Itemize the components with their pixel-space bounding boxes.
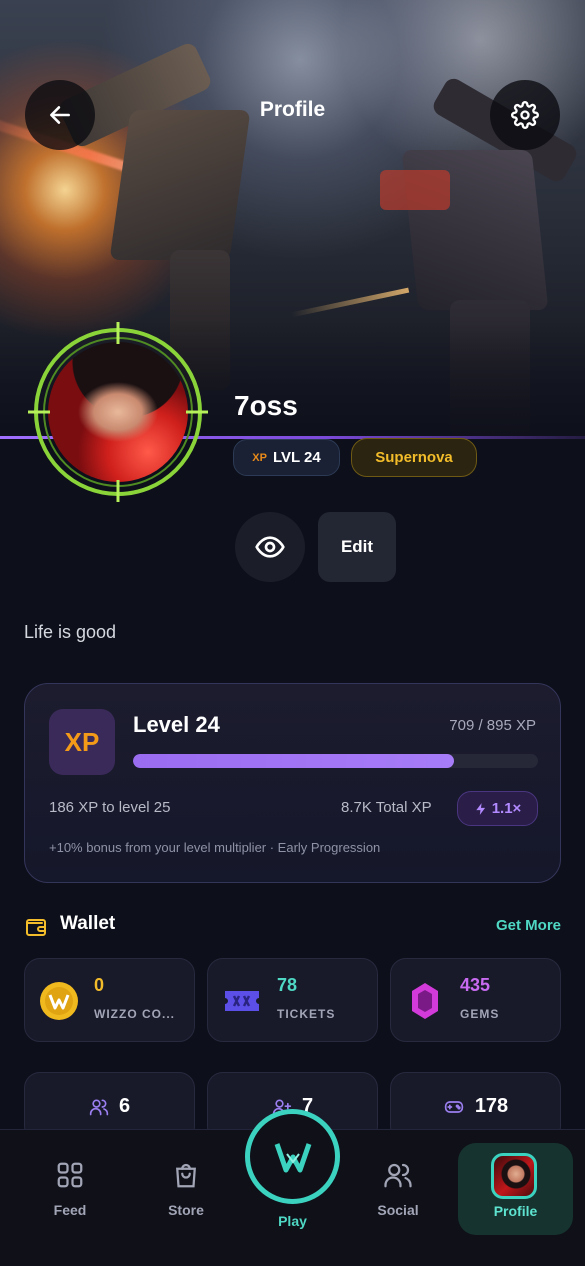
level-title: Level 24 bbox=[133, 712, 220, 737]
level-badge: XP LVL 24 bbox=[233, 439, 340, 476]
get-more-link[interactable]: Get More bbox=[496, 917, 561, 934]
xp-to-next-level: 186 XP to level 25 bbox=[49, 799, 171, 816]
avatar-frame-icon bbox=[28, 322, 208, 502]
wallet-label: WIZZO CO... bbox=[94, 1007, 175, 1021]
stat-value: 178 bbox=[474, 1095, 509, 1117]
wizzo-coin-icon bbox=[39, 981, 79, 1021]
wallet-value: 0 bbox=[94, 975, 105, 995]
view-profile-button[interactable] bbox=[235, 512, 305, 582]
xp-icon: XP bbox=[252, 451, 267, 464]
users-icon bbox=[384, 1163, 412, 1188]
nav-label: Feed bbox=[53, 1202, 87, 1218]
wallet-card-gems[interactable]: 435 GEMS bbox=[390, 958, 561, 1042]
wizzo-logo-icon bbox=[274, 1142, 311, 1172]
nav-label: Store bbox=[168, 1202, 204, 1218]
gamepad-icon bbox=[444, 1100, 463, 1113]
multiplier-value: 1.1× bbox=[491, 800, 522, 817]
wallet-card-wizzo-coins[interactable]: 0 WIZZO CO... bbox=[24, 958, 195, 1042]
lightning-icon bbox=[476, 802, 485, 815]
gem-icon bbox=[405, 981, 445, 1021]
nav-play-label: Play bbox=[278, 1213, 307, 1229]
xp-progress-bar bbox=[133, 754, 538, 768]
ticket-icon bbox=[222, 981, 262, 1021]
wallet-label: TICKETS bbox=[277, 1007, 336, 1021]
level-badge-label: LVL 24 bbox=[272, 449, 321, 466]
username: 7oss bbox=[234, 390, 298, 421]
bio-text: Life is good bbox=[24, 622, 117, 642]
nav-label: Social bbox=[377, 1202, 419, 1218]
nav-social[interactable]: Social bbox=[348, 1160, 448, 1218]
stat-value: 6 bbox=[118, 1095, 131, 1117]
wallet-value: 435 bbox=[460, 975, 491, 995]
nav-feed[interactable]: Feed bbox=[20, 1160, 120, 1218]
shopping-bag-icon bbox=[176, 1163, 196, 1188]
xp-tile-icon: XP bbox=[49, 709, 115, 775]
level-xp-progress: 709 / 895 XP bbox=[449, 717, 536, 734]
level-card: XP Level 24 709 / 895 XP 186 XP to level… bbox=[24, 683, 561, 883]
wallet-title: Wallet bbox=[60, 913, 116, 934]
total-xp: 8.7K Total XP bbox=[341, 799, 432, 816]
nav-play-button[interactable] bbox=[245, 1109, 340, 1204]
grid-icon bbox=[57, 1162, 83, 1188]
nav-avatar bbox=[491, 1153, 537, 1199]
wallet-value: 78 bbox=[277, 975, 298, 995]
settings-button[interactable] bbox=[490, 80, 560, 150]
multiplier-badge[interactable]: 1.1× bbox=[457, 791, 538, 826]
nav-store[interactable]: Store bbox=[136, 1160, 236, 1218]
xp-progress-fill bbox=[133, 754, 454, 768]
users-icon bbox=[89, 1099, 109, 1115]
bonus-text: +10% bonus from your level multiplier · … bbox=[49, 840, 381, 855]
wallet-label: GEMS bbox=[460, 1007, 500, 1021]
wallet-card-tickets[interactable]: 78 TICKETS bbox=[207, 958, 378, 1042]
nav-label: Profile bbox=[493, 1203, 538, 1219]
nav-profile[interactable]: Profile bbox=[458, 1143, 573, 1235]
wallet-icon bbox=[26, 919, 46, 936]
eye-icon bbox=[255, 536, 285, 558]
gear-icon bbox=[511, 101, 539, 129]
edit-profile-button[interactable]: Edit bbox=[318, 512, 396, 582]
tier-badge: Supernova bbox=[351, 438, 477, 477]
